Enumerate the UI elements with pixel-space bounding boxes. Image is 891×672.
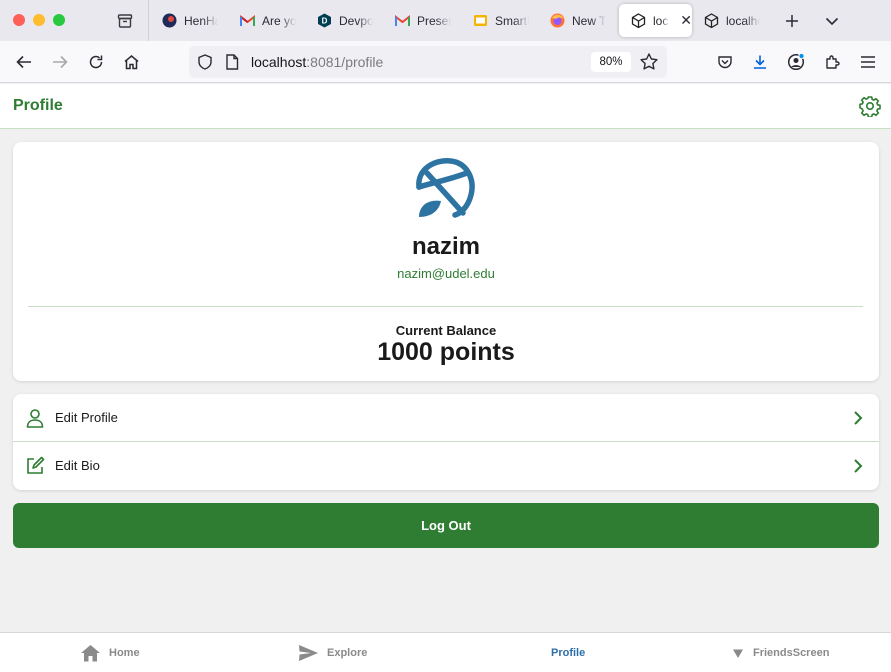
divider (28, 306, 863, 307)
download-icon (754, 55, 766, 69)
tab-label: localhost (726, 13, 760, 28)
account-button[interactable] (783, 50, 809, 74)
extensions-button[interactable] (819, 50, 845, 74)
tab-localhost[interactable]: localhost (692, 4, 764, 37)
list-all-tabs-button[interactable] (821, 10, 843, 32)
tab-separator (148, 0, 149, 41)
tab-henhacks[interactable]: HenHacks (150, 4, 220, 37)
send-icon (299, 645, 318, 661)
gear-icon (859, 96, 881, 118)
avatar (416, 158, 475, 218)
devpost-favicon: D (317, 13, 332, 28)
tab-label: localhost (653, 13, 669, 28)
app-menu-button[interactable] (855, 50, 881, 74)
archive-icon (117, 14, 133, 28)
avatar-leaf-icon (419, 200, 441, 217)
tab-explore-label: Explore (327, 647, 368, 659)
edit-square-icon (27, 456, 45, 474)
tab-gmail-presentation[interactable]: Presentation (383, 4, 455, 37)
window-close-button[interactable] (13, 14, 25, 26)
tab-smartboard[interactable]: SmartBoard (461, 4, 533, 37)
browser-nav-bar: localhost:8081/profile 80% (0, 41, 891, 83)
tab-label: New Tab (572, 13, 606, 28)
tab-home[interactable]: Home (80, 633, 140, 672)
profile-card: nazim nazim@udel.edu Current Balance 100… (13, 142, 879, 381)
edit-profile-label: Edit Profile (55, 410, 118, 425)
pocket-button[interactable] (712, 50, 738, 74)
tab-devpost[interactable]: D Devpost (305, 4, 377, 37)
tab-new-tab[interactable]: New Tab (538, 4, 610, 37)
edit-bio-item[interactable]: Edit Bio (13, 442, 879, 490)
zoom-level-button[interactable]: 80% (591, 52, 631, 72)
plus-icon (786, 15, 798, 27)
tab-label: Are you (262, 13, 296, 28)
tab-list-button[interactable] (114, 10, 136, 32)
hamburger-icon (861, 56, 875, 68)
browser-tab-bar: HenHacks Are you D Devpost Presentation … (0, 0, 891, 41)
tab-home-label: Home (109, 647, 140, 659)
tab-gmail-are-you[interactable]: Are you (228, 4, 298, 37)
url-path: :8081/profile (306, 54, 384, 70)
new-tab-button[interactable] (781, 10, 803, 32)
settings-menu: Edit Profile Edit Bio (13, 394, 879, 490)
logout-button[interactable]: Log Out (13, 503, 879, 548)
close-icon[interactable]: ✕ (680, 12, 692, 29)
back-button[interactable] (11, 50, 37, 74)
chevron-down-icon (825, 17, 839, 26)
settings-button[interactable] (859, 95, 881, 118)
account-icon (787, 53, 805, 71)
app-header: Profile (0, 84, 891, 129)
window-minimize-button[interactable] (33, 14, 45, 26)
arrow-left-icon (16, 55, 31, 69)
slides-favicon (473, 13, 488, 28)
tab-profile-label: Profile (551, 647, 586, 659)
page-title: Profile (13, 97, 63, 114)
user-name: nazim (411, 233, 480, 260)
pocket-icon (718, 56, 732, 69)
arrow-right-icon (53, 55, 68, 69)
cube-favicon (704, 13, 719, 28)
gmail-favicon (395, 13, 410, 28)
url-text[interactable]: localhost:8081/profile (251, 54, 383, 70)
balance-value: 1000 points (377, 338, 515, 366)
home-button[interactable] (118, 50, 144, 74)
puzzle-icon (826, 55, 840, 69)
tab-label: Presentation (417, 13, 451, 28)
page-icon[interactable] (225, 54, 239, 70)
chevron-right-icon (854, 411, 863, 425)
downloads-button[interactable] (747, 50, 773, 74)
balance-label: Current Balance (395, 323, 497, 338)
bottom-navigation: Home Explore Profile FriendsScreen (0, 632, 891, 672)
tab-label: Devpost (339, 13, 373, 28)
tab-friends-screen[interactable]: FriendsScreen (731, 633, 829, 672)
star-icon[interactable] (639, 52, 659, 72)
cube-favicon (631, 13, 646, 28)
home-icon (81, 645, 100, 662)
tab-localhost-active[interactable]: localhost ✕ (619, 4, 692, 37)
firefox-favicon (550, 13, 565, 28)
triangle-down-icon (733, 649, 743, 658)
svg-text:D: D (322, 17, 328, 26)
gmail-favicon (240, 13, 255, 28)
forward-button[interactable] (47, 50, 73, 74)
edit-profile-item[interactable]: Edit Profile (13, 394, 879, 442)
edit-bio-label: Edit Bio (55, 458, 100, 473)
tab-label: SmartBoard (495, 13, 529, 28)
url-bar[interactable]: localhost:8081/profile 80% (189, 46, 667, 78)
henhacks-favicon (162, 13, 177, 28)
person-icon (26, 409, 44, 428)
chevron-right-icon (854, 459, 863, 473)
window-zoom-button[interactable] (53, 14, 65, 26)
reload-button[interactable] (83, 50, 109, 74)
tab-label: HenHacks (184, 13, 218, 28)
shield-icon[interactable] (197, 54, 213, 70)
user-email: nazim@udel.edu (397, 266, 495, 281)
tab-profile[interactable]: Profile (551, 633, 585, 672)
url-host: localhost (251, 54, 307, 70)
reload-icon (89, 55, 103, 69)
tab-explore[interactable]: Explore (298, 633, 367, 672)
home-outline-icon (124, 55, 138, 70)
tab-friends-screen-label: FriendsScreen (753, 647, 830, 659)
